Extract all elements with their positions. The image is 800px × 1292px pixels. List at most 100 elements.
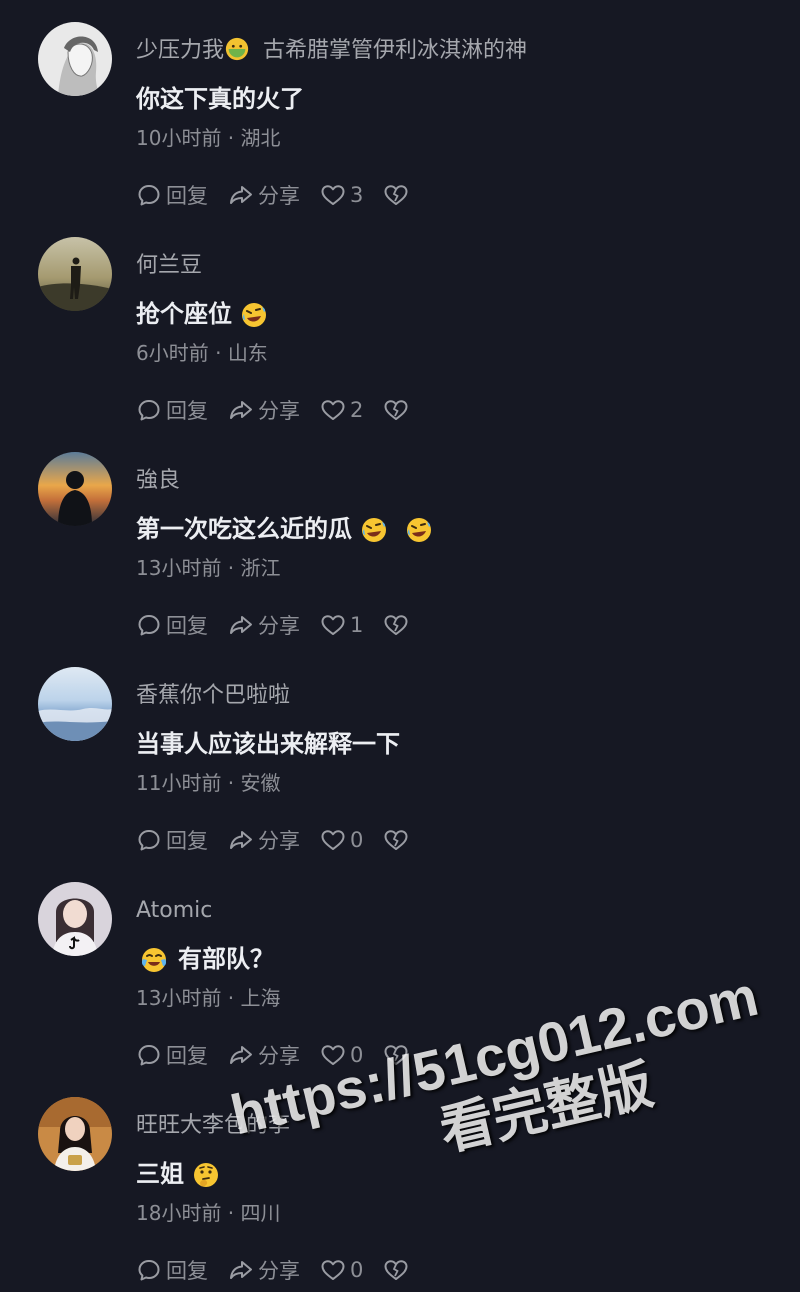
meta-separator: · [221,986,241,1010]
rofl-emoji-icon [360,516,388,544]
avatar[interactable] [38,22,112,96]
reply-button[interactable]: 回复 [136,610,208,640]
reply-bubble-icon [138,1260,160,1281]
avatar-portrait-image [38,882,112,956]
share-button[interactable]: 分享 [228,1255,300,1285]
dislike-button[interactable] [383,397,413,423]
comment-meta: 11小时前 · 安徽 [136,769,281,797]
like-count: 3 [350,183,364,207]
comment-location: 四川 [240,1201,281,1225]
heart-icon [321,1045,345,1065]
comment-text-content: 抢个座位 [136,300,232,328]
comment-meta: 6小时前 · 山东 [136,339,268,367]
thinking-emoji-icon [192,1161,220,1189]
share-button[interactable]: 分享 [228,1040,300,1070]
like-button[interactable]: 2 [320,397,363,423]
reply-label: 回复 [166,399,208,423]
reply-button[interactable]: 回复 [136,395,208,425]
comment-meta: 18小时前 · 四川 [136,1199,281,1227]
reply-label: 回复 [166,829,208,853]
comment-time: 13小时前 [136,556,222,580]
meta-separator: · [221,771,241,795]
comment-text: 你这下真的火了 [136,82,304,116]
comment-actions: 回复 分享 0 [136,1253,433,1287]
broken-heart-icon [384,185,408,205]
username[interactable]: 何兰豆 [136,251,202,281]
username[interactable]: Atomic [136,896,212,926]
share-arrow-icon [230,616,252,634]
username[interactable]: 旺旺大李包的李 [136,1111,290,1141]
comment-time: 6小时前 [136,341,209,365]
like-button[interactable]: 0 [320,827,363,853]
comment-location: 安徽 [240,771,281,795]
like-button[interactable]: 3 [320,182,363,208]
comment-text-content: 你这下真的火了 [136,85,304,113]
reply-label: 回复 [166,614,208,638]
reply-button[interactable]: 回复 [136,1255,208,1285]
dislike-button[interactable] [383,827,413,853]
dislike-button[interactable] [383,1042,413,1068]
share-arrow-icon [230,1046,252,1064]
avatar[interactable] [38,1097,112,1171]
share-button[interactable]: 分享 [228,180,300,210]
reply-button[interactable]: 回复 [136,825,208,855]
comment-text-content: 第一次吃这么近的瓜 [136,515,352,543]
avatar[interactable] [38,667,112,741]
comment-item: 少压力我 古希腊掌管伊利冰淇淋的神 你这下真的火了 10小时前 · 湖北 回复 … [0,0,800,215]
avatar-sky-image [38,667,112,741]
comment-location: 上海 [240,986,281,1010]
comment-text-content: 有部队？ [178,945,274,973]
comment-text: 有部队？ [136,942,274,976]
like-count: 2 [350,398,364,422]
comment-location: 湖北 [240,126,281,150]
username[interactable]: 強良 [136,466,180,496]
like-count: 0 [350,828,364,852]
heart-icon [321,615,345,635]
share-arrow-icon [230,401,252,419]
heart-icon [321,400,345,420]
broken-heart-icon [384,830,408,850]
meta-separator: · [221,126,241,150]
share-button[interactable]: 分享 [228,825,300,855]
like-button[interactable]: 0 [320,1042,363,1068]
comment-actions: 回复 分享 0 [136,1038,433,1072]
comment-location: 浙江 [240,556,281,580]
reply-button[interactable]: 回复 [136,1040,208,1070]
comment-text: 当事人应该出来解释一下 [136,727,400,761]
avatar[interactable] [38,882,112,956]
like-count: 1 [350,613,364,637]
comment-text: 第一次吃这么近的瓜 [136,512,433,546]
comment-meta: 10小时前 · 湖北 [136,124,281,152]
username[interactable]: 少压力我 古希腊掌管伊利冰淇淋的神 [136,36,527,66]
reply-button[interactable]: 回复 [136,180,208,210]
comment-time: 13小时前 [136,986,222,1010]
comment-item: 強良 第一次吃这么近的瓜 13小时前 · 浙江 回复 分享 1 [0,430,800,645]
avatar-sketch-image [38,22,112,96]
username[interactable]: 香蕉你个巴啦啦 [136,681,290,711]
broken-heart-icon [384,1045,408,1065]
comment-item: 旺旺大李包的李 三姐 18小时前 · 四川 回复 分享 0 [0,1075,800,1290]
like-button[interactable]: 1 [320,612,363,638]
comment-meta: 13小时前 · 上海 [136,984,281,1012]
username-text: 香蕉你个巴啦啦 [136,683,291,708]
dislike-button[interactable] [383,182,413,208]
heart-icon [321,185,345,205]
share-arrow-icon [230,1261,252,1279]
like-count: 0 [350,1043,364,1067]
share-label: 分享 [258,614,300,638]
rofl-emoji-icon [405,516,433,544]
dislike-button[interactable] [383,1257,413,1283]
meta-separator: · [221,1201,241,1225]
like-button[interactable]: 0 [320,1257,363,1283]
avatar[interactable] [38,237,112,311]
heart-icon [321,1260,345,1280]
dislike-button[interactable] [383,612,413,638]
share-button[interactable]: 分享 [228,610,300,640]
reply-label: 回复 [166,184,208,208]
avatar[interactable] [38,452,112,526]
username-text: 旺旺大李包的李 [136,1113,291,1138]
meta-separator: · [208,341,228,365]
comment-item: 何兰豆 抢个座位 6小时前 · 山东 回复 分享 2 [0,215,800,430]
share-button[interactable]: 分享 [228,395,300,425]
comment-time: 18小时前 [136,1201,222,1225]
